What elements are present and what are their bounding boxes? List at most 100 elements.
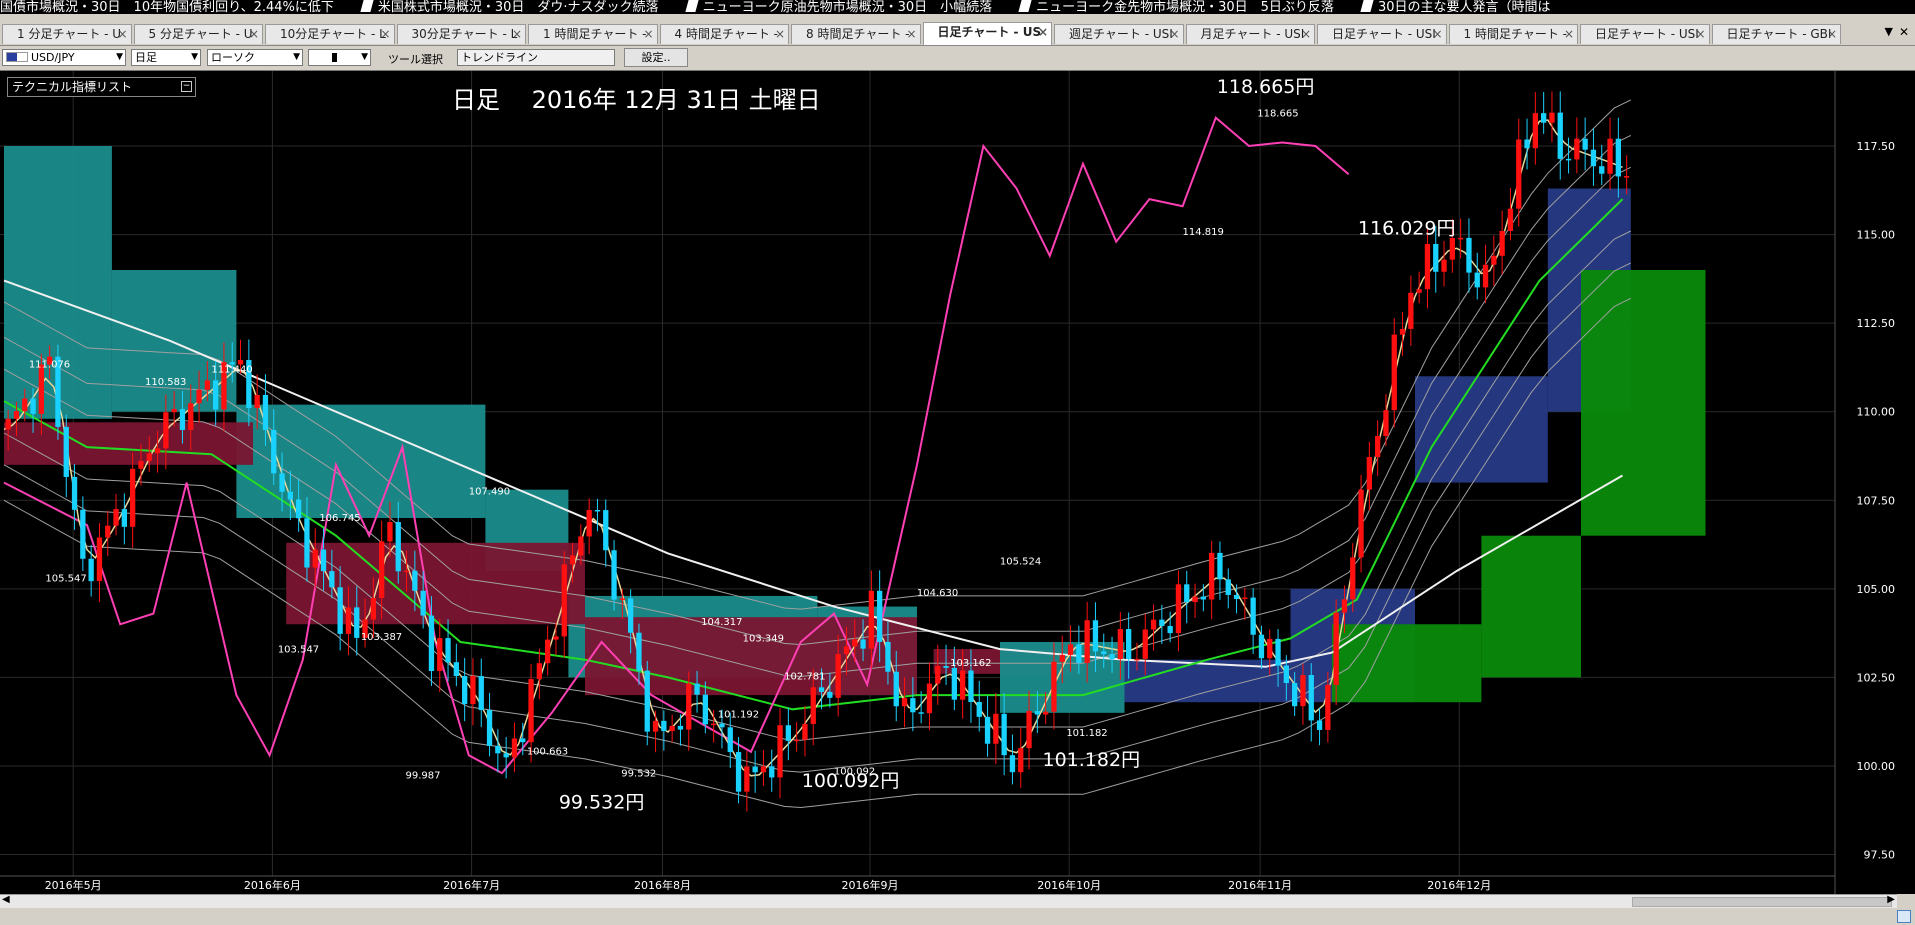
tab-close-icon[interactable]: × <box>1169 25 1179 44</box>
tab-label: 月足チャート - USI <box>1200 27 1305 41</box>
news-ticker[interactable]: 国債市場概況・30日 10年物国債利回り、2.44%に低下 米国株式市場概況・30… <box>0 0 1915 14</box>
tab-close-icon[interactable]: × <box>117 25 127 44</box>
candle-icon-select[interactable]: ▼ <box>308 49 371 66</box>
tab-chart-10[interactable]: 日足チャート - USI × <box>1317 24 1447 44</box>
candle-body <box>818 687 825 692</box>
tab-chart-5[interactable]: 4 時間足チャート - × <box>659 24 789 44</box>
candlestick-chart[interactable]: 111.076 111.440 110.583 105.547 106.745 103.5… <box>0 71 1915 894</box>
tab-label: 日足チャート - GBI <box>1726 27 1832 41</box>
candle-body <box>993 713 999 744</box>
candle-body <box>503 753 509 758</box>
tab-close-icon[interactable]: × <box>1827 25 1837 44</box>
candle-body <box>794 739 800 742</box>
candle-body <box>1233 594 1240 600</box>
chevron-down-icon: ▼ <box>191 52 198 62</box>
candle-body <box>520 738 526 743</box>
tool-select[interactable]: トレンドライン <box>457 49 615 66</box>
candle-body <box>619 598 625 600</box>
chart-style-select[interactable]: ローソク ▼ <box>207 49 303 66</box>
candle-body <box>105 525 111 538</box>
candle-body <box>113 509 119 526</box>
candle-body <box>1267 638 1273 659</box>
candle-body <box>1599 166 1605 174</box>
tab-chart-1[interactable]: 5 分足チャート - U × <box>133 24 263 44</box>
tab-chart-2[interactable]: 10分足チャート - L × <box>265 24 395 44</box>
x-tick-label: 2016年11月 <box>1228 878 1292 892</box>
candle-body <box>262 394 269 430</box>
tab-close-icon[interactable]: × <box>643 25 653 44</box>
tab-chart-9[interactable]: 月足チャート - USI × <box>1185 24 1315 44</box>
price-label: 107.490 <box>469 487 510 498</box>
tab-close-icon[interactable]: × <box>1695 25 1705 44</box>
tab-chart-12[interactable]: 日足チャート - USI × <box>1580 24 1710 44</box>
tab-close-icon[interactable]: × <box>1301 25 1311 44</box>
tab-chart-11[interactable]: 1 時間足チャート - × <box>1448 24 1578 44</box>
tab-menu-icon[interactable]: ▼ <box>1885 25 1893 38</box>
tab-close-icon[interactable]: × <box>249 25 259 44</box>
tab-close-icon[interactable]: × <box>512 25 522 44</box>
price-label: 99.987 <box>406 770 441 781</box>
news-icon <box>360 0 374 12</box>
tab-chart-8[interactable]: 週足チャート - USI × <box>1054 24 1184 44</box>
candle-body <box>1026 710 1032 749</box>
candle-body <box>594 510 601 512</box>
candle-body <box>403 570 410 573</box>
tab-close-icon[interactable]: × <box>775 25 785 44</box>
tab-chart-4[interactable]: 1 時間足チャート - × <box>528 24 658 44</box>
tab-chart-0[interactable]: 1 分足チャート - U × <box>2 24 132 44</box>
horizontal-scrollbar[interactable]: ◀ ▶ <box>0 894 1897 909</box>
chevron-down-icon: ▼ <box>361 52 368 62</box>
period-select[interactable]: 日足 ▼ <box>131 49 201 66</box>
tab-chart-13[interactable]: 日足チャート - GBI × <box>1711 24 1841 44</box>
news-item[interactable]: 30日の主な要人発言（時間は <box>1360 0 1550 14</box>
candle-body <box>370 598 376 620</box>
tab-chart-3[interactable]: 30分足チャート - L × <box>396 24 526 44</box>
scroll-left-icon[interactable]: ◀ <box>2 894 10 905</box>
news-item[interactable]: ニューヨーク金先物市場概況・30日 5日ぶり反落 <box>1018 0 1334 14</box>
candle-body <box>1283 665 1289 684</box>
tab-close-icon[interactable]: × <box>380 25 390 44</box>
ichimoku-cloud <box>1481 535 1581 678</box>
chart-area[interactable]: 111.076 111.440 110.583 105.547 106.745 103.5… <box>0 71 1915 894</box>
candle-body <box>38 364 44 414</box>
candle-body <box>1565 158 1572 161</box>
tab-chart-7[interactable]: 日足チャート - US × <box>922 22 1052 45</box>
price-label: 104.630 <box>917 588 958 599</box>
news-item[interactable]: ニューヨーク原油先物市場概況・30日 小幅続落 <box>684 0 992 14</box>
period-value: 日足 <box>135 51 157 64</box>
candle-body <box>603 510 609 551</box>
candle-body <box>320 549 327 572</box>
candle-body <box>1325 684 1331 730</box>
news-item[interactable]: 米国株式市場概況・30日 ダウ·ナスダック続落 <box>360 0 659 14</box>
symbol-select[interactable]: USD/JPY ▼ <box>2 49 126 66</box>
scrollbar-thumb[interactable] <box>1632 897 1892 907</box>
candle-body <box>943 666 949 668</box>
candle-body <box>652 720 659 732</box>
price-label: 114.819 <box>1183 227 1224 238</box>
candle-body <box>1175 584 1182 634</box>
indicator-list-panel[interactable]: テクニカル指標リスト − <box>7 77 196 97</box>
candle-body <box>644 670 650 732</box>
candle-body <box>204 380 210 390</box>
candle-body <box>711 723 717 726</box>
candle-body <box>1524 139 1530 149</box>
price-label: 101.192 <box>718 710 759 721</box>
candle-body <box>1624 176 1630 178</box>
settings-button[interactable]: 設定.. <box>624 48 688 67</box>
collapse-icon[interactable]: − <box>181 81 192 92</box>
price-label: 105.547 <box>45 573 86 584</box>
candle-body <box>719 723 725 728</box>
close-icon[interactable]: ✕ <box>1899 25 1909 39</box>
tab-close-icon[interactable]: × <box>906 25 916 44</box>
candle-body <box>1084 620 1090 663</box>
candle-body <box>951 667 957 700</box>
tab-chart-6[interactable]: 8 時間足チャート - × <box>791 24 921 44</box>
scroll-right-icon[interactable]: ▶ <box>1887 894 1895 905</box>
tab-close-icon[interactable]: × <box>1564 25 1574 44</box>
tab-close-icon[interactable]: × <box>1038 23 1048 42</box>
candle-body <box>271 429 277 474</box>
tab-close-icon[interactable]: × <box>1432 25 1442 44</box>
news-item[interactable]: 国債市場概況・30日 10年物国債利回り、2.44%に低下 <box>0 1 334 15</box>
candle-body <box>835 654 841 698</box>
candle-body <box>1383 410 1389 436</box>
